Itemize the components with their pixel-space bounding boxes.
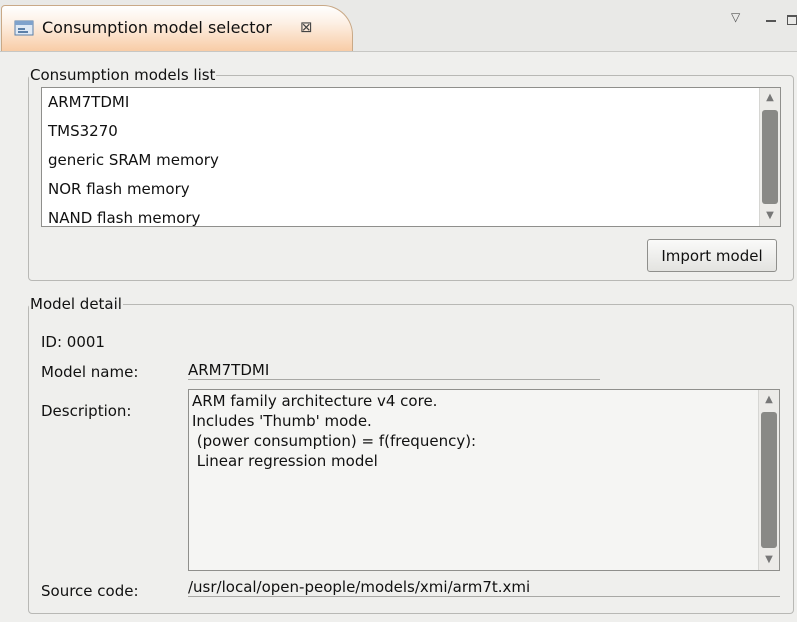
source-code-label: Source code:: [41, 582, 139, 600]
description-scrollbar[interactable]: ▲ ▼: [758, 390, 779, 570]
view-tab-bar: Consumption model selector ⊠ ▽: [0, 0, 797, 52]
list-item[interactable]: NAND flash memory: [42, 204, 758, 226]
import-model-button[interactable]: Import model: [647, 239, 777, 272]
list-item[interactable]: NOR flash memory: [42, 175, 758, 204]
source-code-value: /usr/local/open-people/models/xmi/arm7t.…: [188, 578, 780, 597]
scroll-down-icon[interactable]: ▼: [760, 206, 780, 226]
minimize-icon[interactable]: [766, 20, 776, 22]
models-group-legend: Consumption models list: [30, 66, 216, 84]
model-id: ID: 0001: [41, 333, 105, 351]
close-icon[interactable]: ⊠: [300, 18, 313, 36]
view-menu-icon[interactable]: ▽: [731, 10, 740, 24]
scroll-down-icon[interactable]: ▼: [759, 550, 779, 570]
description-line: Linear regression model: [192, 452, 378, 470]
list-item[interactable]: generic SRAM memory: [42, 146, 758, 175]
description-line: (power consumption) = f(frequency):: [192, 432, 477, 450]
list-item[interactable]: TMS3270: [42, 117, 758, 146]
description-text: ARM family architecture v4 core. Includes…: [189, 390, 757, 570]
tab-consumption-model-selector[interactable]: Consumption model selector ⊠: [1, 5, 353, 52]
description-line: Includes 'Thumb' mode.: [192, 412, 372, 430]
models-list-scrollbar[interactable]: ▲ ▼: [759, 88, 780, 226]
models-list-items: ARM7TDMI TMS3270 generic SRAM memory NOR fl…: [42, 88, 758, 226]
maximize-icon[interactable]: [787, 15, 797, 25]
tab-title: Consumption model selector: [42, 18, 272, 37]
scroll-up-icon[interactable]: ▲: [759, 390, 779, 410]
detail-group-legend: Model detail: [30, 295, 122, 313]
description-label: Description:: [41, 402, 132, 420]
models-list[interactable]: ARM7TDMI TMS3270 generic SRAM memory NOR fl…: [41, 87, 781, 227]
model-name-label: Model name:: [41, 363, 139, 381]
scroll-thumb[interactable]: [762, 110, 778, 204]
model-name-value: ARM7TDMI: [188, 361, 600, 380]
view-icon: [14, 20, 34, 36]
description-textarea[interactable]: ARM family architecture v4 core. Includes…: [188, 389, 780, 571]
list-item[interactable]: ARM7TDMI: [42, 88, 758, 117]
description-line: ARM family architecture v4 core.: [192, 392, 438, 410]
scroll-thumb[interactable]: [761, 412, 777, 548]
scroll-up-icon[interactable]: ▲: [760, 88, 780, 108]
